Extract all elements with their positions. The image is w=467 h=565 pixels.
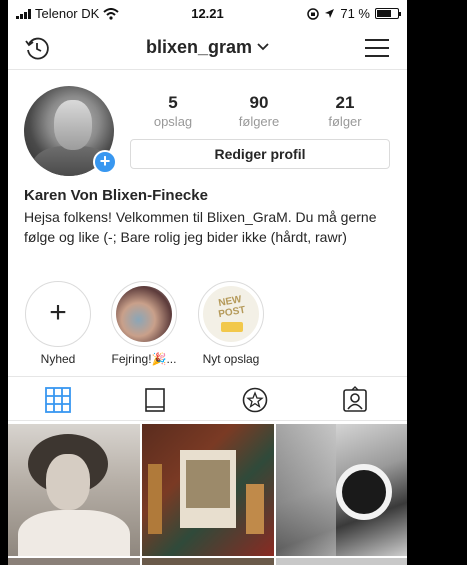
status-right: 71 % — [307, 6, 401, 21]
battery-percent: 71 % — [340, 6, 370, 21]
profile-nav-bar: blixen_gram — [8, 26, 407, 70]
post-thumbnail-row2-2[interactable] — [142, 558, 274, 565]
following-count: 21 — [335, 93, 355, 112]
tagged-person-icon[interactable] — [341, 386, 369, 414]
profile-name: Karen Von Blixen-Finecke — [24, 187, 208, 204]
feed-list-icon[interactable] — [141, 386, 169, 414]
username-title: blixen_gram — [145, 37, 253, 57]
highlight-new-post-cover: NEW POST — [203, 286, 259, 342]
highlight-celebration-label: Fejring!🎉... — [111, 352, 177, 366]
stat-following[interactable]: 21 følger — [300, 93, 390, 129]
saved-star-icon[interactable] — [241, 386, 269, 414]
plus-icon: + — [49, 296, 67, 329]
chevron-down-icon — [257, 38, 269, 54]
stat-posts[interactable]: 5 opslag — [128, 93, 218, 129]
location-arrow-icon — [325, 9, 335, 18]
followers-count: 90 — [249, 93, 269, 112]
instagram-profile-screen: Telenor DK 12.21 71 % blixen_gram + 5 op… — [8, 0, 407, 565]
highlight-celebration-cover — [116, 286, 172, 342]
highlight-new-post-ring: NEW POST — [198, 281, 264, 347]
orientation-lock-icon — [307, 7, 320, 20]
highlight-new-label: Nyhed — [40, 352, 76, 366]
highlight-new[interactable]: + Nyhed — [18, 281, 98, 366]
followers-label: følgere — [238, 114, 280, 129]
stat-followers[interactable]: 90 følgere — [214, 93, 304, 129]
highlight-celebration[interactable]: Fejring!🎉... — [104, 281, 184, 366]
highlight-new-post[interactable]: NEW POST Nyt opslag — [191, 281, 271, 366]
post-thumbnail-row2-3[interactable] — [276, 558, 407, 565]
post-thumbnail-photo-book[interactable] — [142, 424, 274, 556]
following-label: følger — [328, 114, 362, 129]
battery-icon — [375, 8, 401, 19]
posts-count: 5 — [168, 93, 178, 112]
username-switcher[interactable]: blixen_gram — [8, 37, 407, 58]
profile-tab-bar — [8, 376, 407, 421]
highlight-new-ring: + — [25, 281, 91, 347]
add-story-plus-icon[interactable]: + — [93, 150, 117, 174]
post-thumbnail-portrait[interactable] — [8, 424, 140, 556]
highlight-new-post-label: Nyt opslag — [202, 352, 260, 366]
grid-icon[interactable] — [44, 386, 72, 414]
edit-profile-button[interactable]: Rediger profil — [130, 139, 390, 169]
post-thumbnail-coffee-books[interactable] — [276, 424, 407, 556]
status-bar: Telenor DK 12.21 71 % — [8, 0, 407, 26]
posts-label: opslag — [153, 114, 193, 129]
hamburger-menu-icon[interactable] — [365, 38, 389, 58]
profile-bio: Hejsa folkens! Velkommen til Blixen_GraM… — [24, 209, 377, 245]
new-post-cover-text: NEW POST — [217, 294, 247, 321]
post-thumbnail-row2-1[interactable] — [8, 558, 140, 565]
highlight-celebration-ring — [111, 281, 177, 347]
